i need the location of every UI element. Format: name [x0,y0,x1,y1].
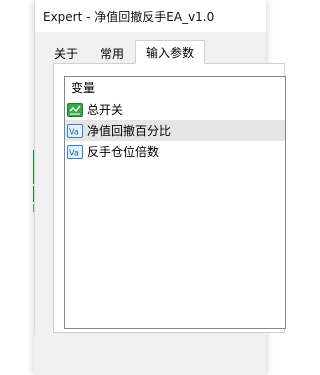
tab-about[interactable]: 关于 [43,42,89,64]
list-item[interactable]: 总开关 [65,99,285,120]
tab-strip: 关于 常用 输入参数 [43,40,206,64]
background-chart-right [284,0,320,375]
list-item[interactable]: Va 净值回撤百分比 [65,120,285,141]
bool-param-icon [67,102,83,117]
column-header-variable[interactable]: 变量 [65,77,285,99]
tab-label: 关于 [54,47,79,61]
svg-text:Va: Va [69,127,79,136]
list-item-label: 反手仓位倍数 [87,145,160,159]
inputs-tab-panel: 变量 总开关 Va 净值回撤百分比 Va 反手仓位倍数 [53,63,286,333]
list-item-label: 净值回撤百分比 [87,124,172,138]
tab-label: 常用 [100,47,125,61]
value-param-icon: Va [67,144,83,159]
parameter-list[interactable]: 变量 总开关 Va 净值回撤百分比 Va 反手仓位倍数 [64,76,286,329]
value-param-icon: Va [67,123,83,138]
dialog-footer [34,335,266,375]
column-header-label: 变量 [71,81,96,95]
svg-text:Va: Va [69,148,79,157]
dialog-title: Expert - 净值回撤反手EA_v1.0 [43,9,215,24]
tab-label: 输入参数 [146,45,195,60]
list-item-label: 总开关 [87,103,124,117]
background-chart-strip [0,0,34,375]
list-item[interactable]: Va 反手仓位倍数 [65,141,285,162]
tab-inputs[interactable]: 输入参数 [135,40,206,64]
dialog-titlebar[interactable]: Expert - 净值回撤反手EA_v1.0 [35,0,266,32]
tab-common[interactable]: 常用 [89,42,135,64]
expert-properties-dialog: Expert - 净值回撤反手EA_v1.0 关于 常用 输入参数 变量 总开关 [34,0,286,375]
